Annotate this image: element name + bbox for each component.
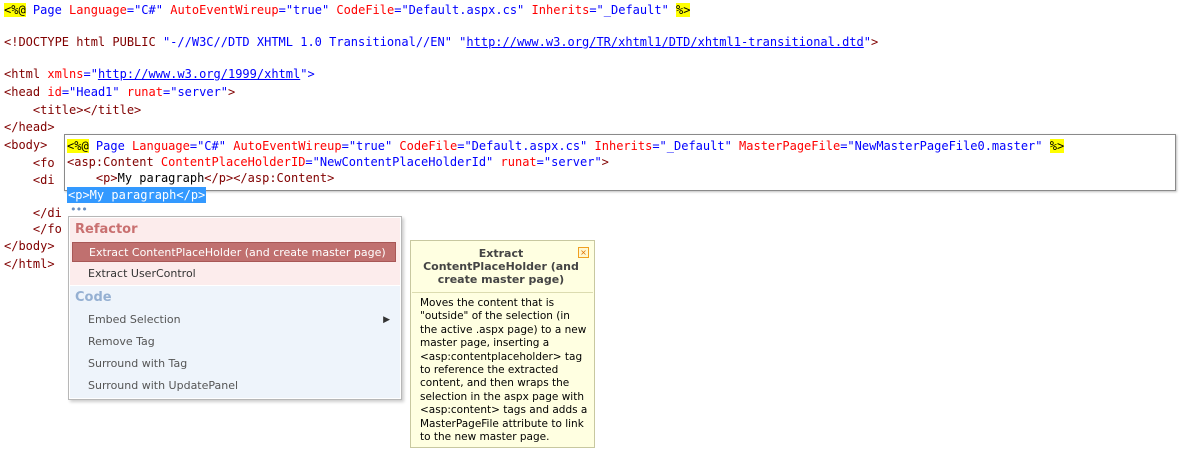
- close-icon[interactable]: ×: [578, 247, 589, 258]
- menu-item-remove-tag[interactable]: Remove Tag: [72, 332, 396, 352]
- menu-item-extract-usercontrol[interactable]: Extract UserControl: [72, 264, 396, 284]
- dtd-link[interactable]: http://www.w3.org/TR/xhtml1/DTD/xhtml1-t…: [466, 35, 863, 49]
- menu-item-surround-with-updatepanel[interactable]: Surround with UpdatePanel: [72, 376, 396, 396]
- smart-tag-icon[interactable]: •••: [70, 203, 88, 216]
- code-line-3[interactable]: <html xmlns="http://www.w3.org/1999/xhtm…: [4, 66, 315, 82]
- code-line-2[interactable]: <!DOCTYPE html PUBLIC "-//W3C//DTD XHTML…: [4, 34, 878, 50]
- refactor-menu: Refactor Extract ContentPlaceHolder (and…: [68, 216, 402, 400]
- refactor-header: Refactor: [75, 222, 138, 237]
- refactor-preview-popup: <%@ Page Language="C#" AutoEventWireup="…: [64, 134, 1176, 191]
- submenu-arrow-icon: ▶: [383, 315, 390, 325]
- preview-line-1: <%@ Page Language="C#" AutoEventWireup="…: [67, 139, 1065, 153]
- code-line-8[interactable]: <fo: [4, 155, 55, 171]
- refactor-section: Refactor Extract ContentPlaceHolder (and…: [70, 218, 400, 285]
- menu-item-extract-contentplaceholder[interactable]: Extract ContentPlaceHolder (and create m…: [72, 242, 396, 262]
- preview-line-3: <p>My paragraph</p></asp:Content>: [95, 171, 335, 185]
- preview-line-2: <asp:Content ContentPlaceHolderID="NewCo…: [67, 155, 609, 169]
- code-editor[interactable]: <%@ Page Language="C#" AutoEventWireup="…: [0, 0, 1181, 454]
- code-line-7[interactable]: <body>: [4, 137, 47, 153]
- code-line-6[interactable]: </head>: [4, 119, 55, 135]
- xmlns-link[interactable]: http://www.w3.org/1999/xhtml: [98, 67, 300, 81]
- menu-item-surround-with-tag[interactable]: Surround with Tag: [72, 354, 396, 374]
- code-header: Code: [75, 290, 112, 305]
- description-tooltip: Extract ContentPlaceHolder (and create m…: [410, 240, 595, 448]
- code-line-5[interactable]: <title></title>: [4, 102, 141, 118]
- code-line-13[interactable]: </html>: [4, 256, 55, 272]
- selected-text[interactable]: <p>My paragraph</p>: [67, 187, 207, 203]
- code-section: Code Embed Selection ▶ Remove Tag Surroun…: [70, 286, 400, 398]
- menu-item-embed-selection[interactable]: Embed Selection ▶: [72, 310, 396, 330]
- code-line-1[interactable]: <%@ Page Language="C#" AutoEventWireup="…: [4, 2, 691, 18]
- tooltip-title: Extract ContentPlaceHolder (and create m…: [423, 247, 579, 286]
- code-line-12[interactable]: </body>: [4, 238, 55, 254]
- tooltip-divider: [412, 292, 593, 293]
- code-line-11[interactable]: </fo: [4, 221, 62, 237]
- code-line-9[interactable]: <di: [4, 172, 55, 188]
- code-line-4[interactable]: <head id="Head1" runat="server">: [4, 84, 235, 100]
- tooltip-body: Moves the content that is "outside" of t…: [420, 297, 588, 444]
- code-line-10[interactable]: </di: [4, 205, 62, 221]
